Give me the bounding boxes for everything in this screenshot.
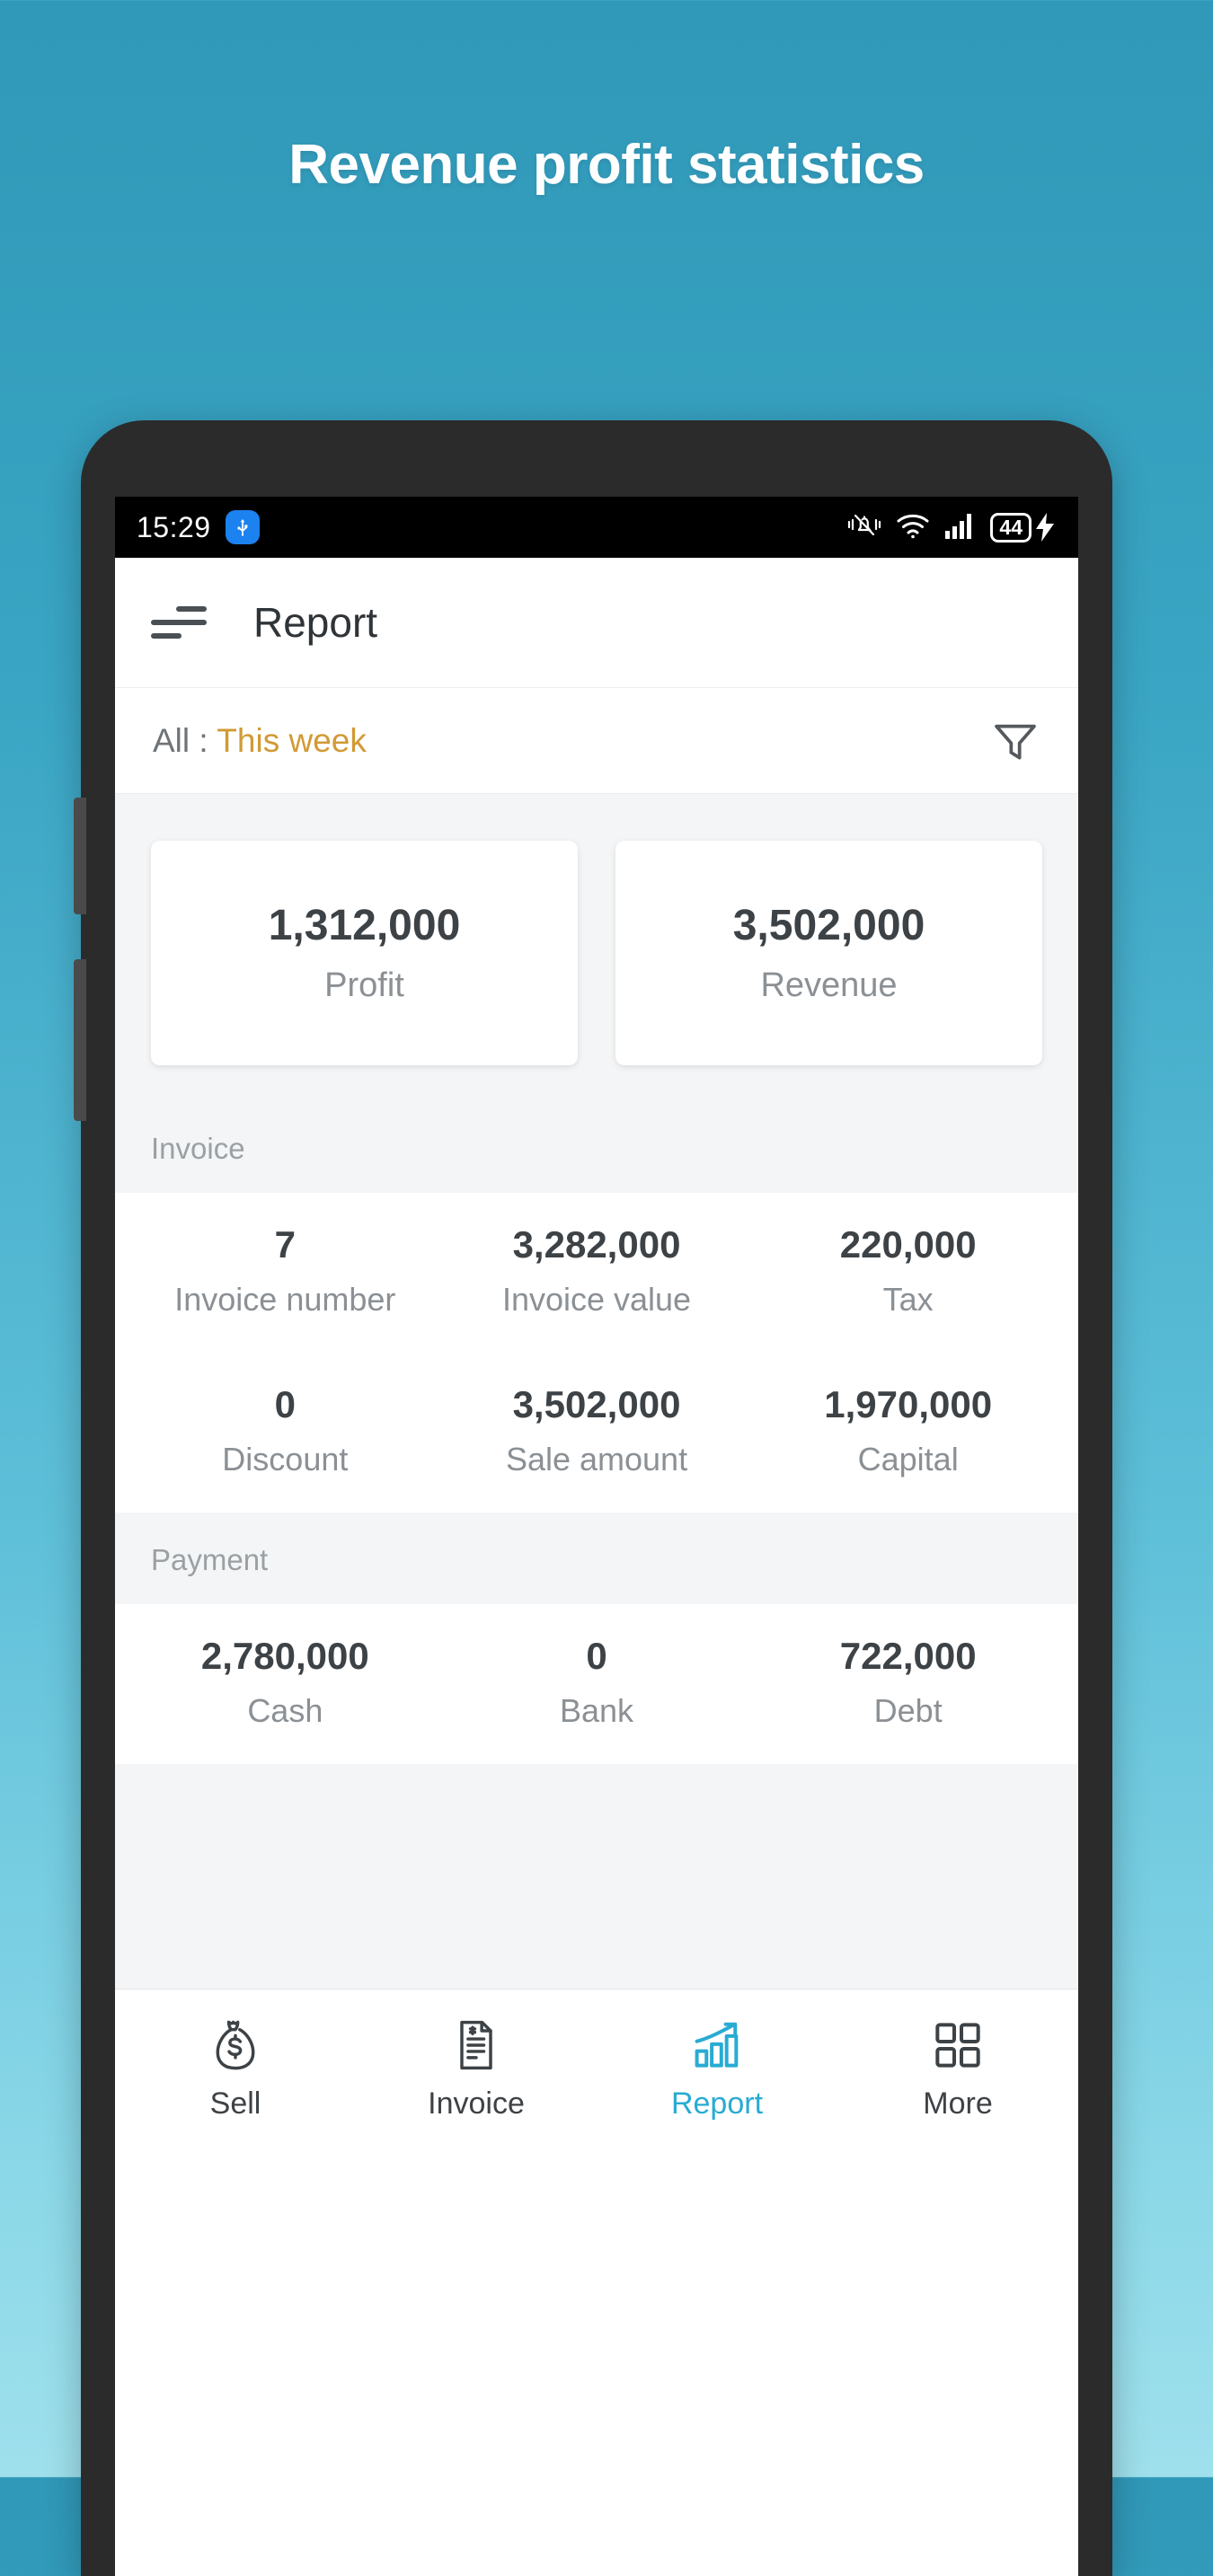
nav-item-invoice[interactable]: Invoice	[356, 2016, 597, 2122]
summary-card-revenue[interactable]: 3,502,000 Revenue	[615, 841, 1042, 1065]
stat-cell-capital[interactable]: 1,970,000 Capital	[752, 1383, 1064, 1478]
stat-row: 0 Discount 3,502,000 Sale amount 1,970,0…	[115, 1353, 1078, 1513]
stat-value: 1,970,000	[824, 1383, 993, 1425]
stat-value: 0	[586, 1635, 607, 1677]
summary-card-value: 1,312,000	[268, 902, 461, 949]
funnel-icon[interactable]	[990, 716, 1040, 766]
filter-bar[interactable]: All : This week	[115, 688, 1078, 794]
phone-frame: 15:29 44 Report All: This week 1,312,00…	[74, 420, 1112, 2576]
stat-label: Sale amount	[505, 1441, 688, 1478]
battery-level: 44	[990, 512, 1031, 543]
bar-chart-growth-icon	[688, 2016, 746, 2074]
power-button[interactable]	[74, 959, 86, 1121]
stat-cell-bank[interactable]: 0 Bank	[441, 1635, 753, 1730]
phone-screen: 15:29 44 Report All: This week 1,312,00…	[115, 497, 1078, 2576]
stat-label: Invoice value	[501, 1281, 692, 1318]
nav-item-sell[interactable]: Sell	[115, 2016, 356, 2122]
stat-cell-discount[interactable]: 0 Discount	[129, 1383, 441, 1478]
bottom-navigation: Sell Invoice Report More	[115, 1989, 1078, 2148]
document-icon	[447, 2016, 505, 2074]
charging-bolt-icon	[1036, 513, 1054, 542]
nav-item-label: Sell	[209, 2086, 261, 2121]
stat-value: 722,000	[839, 1635, 977, 1677]
vibrate-off-icon	[846, 510, 882, 545]
stat-cell-tax[interactable]: 220,000 Tax	[752, 1223, 1064, 1319]
stat-cell-debt[interactable]: 722,000 Debt	[752, 1635, 1064, 1730]
stat-label: Tax	[882, 1281, 934, 1318]
stat-value: 7	[274, 1223, 297, 1266]
stat-label: Cash	[247, 1692, 323, 1729]
stat-label: Invoice number	[174, 1281, 396, 1318]
filter-summary[interactable]: All : This week	[153, 722, 367, 760]
status-bar-left: 15:29	[137, 510, 260, 544]
stat-value: 3,282,000	[512, 1223, 681, 1266]
stat-row: 7 Invoice number 3,282,000 Invoice value…	[115, 1193, 1078, 1353]
filter-value: This week	[217, 721, 367, 759]
invoice-stats: 7 Invoice number 3,282,000 Invoice value…	[115, 1193, 1078, 1513]
status-time: 15:29	[137, 510, 211, 543]
stat-cell-sale-amount[interactable]: 3,502,000 Sale amount	[441, 1383, 753, 1478]
wifi-icon	[895, 511, 931, 544]
app-bar: Report	[115, 558, 1078, 688]
empty-space	[115, 1764, 1078, 1989]
money-bag-icon	[207, 2016, 264, 2074]
summary-card-label: Revenue	[760, 966, 898, 1004]
summary-cards: 1,312,000 Profit 3,502,000 Revenue	[115, 794, 1078, 1101]
nav-item-label: Invoice	[428, 2086, 525, 2121]
nav-item-label: More	[923, 2086, 993, 2121]
signal-bars-icon	[943, 510, 978, 545]
section-header-invoice: Invoice	[115, 1101, 1078, 1193]
appbar-title: Report	[253, 599, 378, 646]
battery-indicator: 44	[990, 512, 1057, 543]
nav-item-more[interactable]: More	[837, 2016, 1078, 2122]
stat-cell-invoice-number[interactable]: 7 Invoice number	[129, 1223, 441, 1319]
stat-label: Discount	[222, 1441, 349, 1478]
usb-icon	[225, 510, 260, 544]
nav-item-label: Report	[670, 2086, 764, 2121]
section-header-payment: Payment	[115, 1513, 1078, 1604]
stat-cell-invoice-value[interactable]: 3,282,000 Invoice value	[441, 1223, 753, 1319]
filter-menu-icon[interactable]	[151, 606, 207, 639]
summary-card-profit[interactable]: 1,312,000 Profit	[151, 841, 578, 1065]
stat-cell-cash[interactable]: 2,780,000 Cash	[129, 1635, 441, 1730]
stat-label: Capital	[857, 1441, 959, 1478]
stat-value: 220,000	[839, 1223, 977, 1266]
payment-stats: 2,780,000 Cash 0 Bank 722,000 Debt	[115, 1604, 1078, 1764]
filter-prefix: All :	[153, 721, 217, 759]
stat-row: 2,780,000 Cash 0 Bank 722,000 Debt	[115, 1604, 1078, 1764]
report-body: 1,312,000 Profit 3,502,000 Revenue Invoi…	[115, 794, 1078, 1989]
stat-value: 2,780,000	[200, 1635, 369, 1677]
summary-card-value: 3,502,000	[732, 902, 925, 949]
stat-label: Bank	[559, 1692, 634, 1729]
status-bar: 15:29 44	[115, 497, 1078, 558]
nav-item-report[interactable]: Report	[597, 2016, 837, 2122]
summary-card-label: Profit	[324, 966, 404, 1004]
page-title: Revenue profit statistics	[288, 134, 925, 196]
stat-value: 0	[274, 1383, 297, 1425]
volume-button[interactable]	[74, 798, 86, 914]
stat-value: 3,502,000	[512, 1383, 681, 1425]
grid-icon	[929, 2016, 987, 2074]
stat-label: Debt	[873, 1692, 943, 1729]
status-bar-right: 44	[846, 510, 1057, 545]
